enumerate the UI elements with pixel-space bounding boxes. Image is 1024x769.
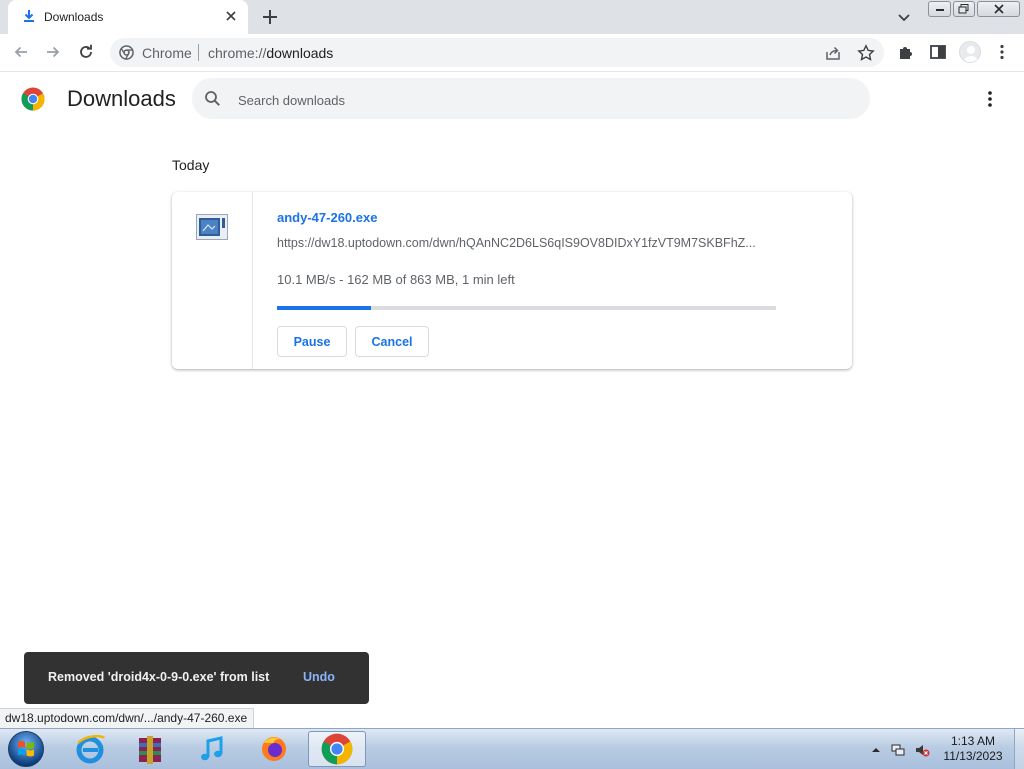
link-status-bubble: dw18.uptodown.com/dwn/.../andy-47-260.ex… bbox=[0, 708, 255, 728]
url-scheme: chrome:// bbox=[208, 45, 267, 61]
date-heading: Today bbox=[172, 157, 210, 173]
more-actions-icon[interactable] bbox=[980, 89, 1000, 109]
file-name-link[interactable]: andy-47-260.exe bbox=[277, 210, 377, 225]
kebab-menu-icon[interactable] bbox=[993, 43, 1011, 61]
file-icon-column bbox=[172, 192, 253, 369]
profile-icon bbox=[963, 46, 979, 62]
download-status: 10.1 MB/s - 162 MB of 863 MB, 1 min left bbox=[277, 272, 515, 287]
share-icon[interactable] bbox=[824, 44, 842, 62]
show-desktop-button[interactable] bbox=[1014, 729, 1024, 769]
chrome-site-icon[interactable] bbox=[119, 45, 134, 60]
download-progress-bar bbox=[277, 306, 776, 310]
profile-avatar[interactable] bbox=[959, 41, 981, 63]
progress-fill bbox=[277, 306, 371, 310]
start-button-icon[interactable] bbox=[6, 730, 46, 768]
side-panel-icon[interactable] bbox=[929, 43, 947, 61]
restore-button[interactable] bbox=[953, 1, 975, 17]
cancel-button[interactable]: Cancel bbox=[355, 326, 429, 357]
back-icon[interactable] bbox=[12, 43, 30, 61]
clock-time: 1:13 AM bbox=[950, 734, 996, 748]
taskbar-chrome[interactable] bbox=[308, 731, 366, 767]
windows-taskbar: 1:13 AM 11/13/2023 bbox=[0, 728, 1024, 769]
extensions-icon[interactable] bbox=[897, 43, 915, 61]
source-url-link[interactable]: https://dw18.uptodown.com/dwn/hQAnNC2D6L… bbox=[277, 236, 772, 250]
taskbar-internet-explorer[interactable] bbox=[64, 731, 116, 767]
site-name: Chrome bbox=[142, 45, 192, 61]
restore-icon bbox=[958, 4, 969, 14]
close-icon bbox=[993, 4, 1004, 14]
system-clock[interactable]: 1:13 AM 11/13/2023 bbox=[936, 734, 1010, 764]
toast-message: Removed 'droid4x-0-9-0.exe' from list bbox=[48, 670, 270, 684]
undo-button[interactable]: Undo bbox=[303, 670, 335, 684]
forward-icon[interactable] bbox=[44, 43, 62, 61]
search-input[interactable] bbox=[236, 89, 840, 111]
pause-button[interactable]: Pause bbox=[277, 326, 347, 357]
clock-date: 11/13/2023 bbox=[943, 749, 1003, 763]
tab-title: Downloads bbox=[44, 10, 104, 24]
tab-strip: Downloads bbox=[0, 0, 1024, 34]
close-tab-icon[interactable] bbox=[224, 9, 238, 23]
url-text[interactable]: chrome://downloads bbox=[208, 45, 333, 61]
minimize-button[interactable] bbox=[928, 1, 951, 17]
volume-muted-icon[interactable] bbox=[914, 742, 930, 758]
new-tab-icon[interactable] bbox=[261, 8, 279, 26]
minimize-icon bbox=[935, 9, 944, 11]
bookmark-star-icon[interactable] bbox=[857, 44, 875, 62]
download-icon bbox=[24, 10, 34, 22]
url-host: downloads bbox=[266, 45, 334, 61]
chrome-logo-icon bbox=[21, 87, 45, 111]
close-window-button[interactable] bbox=[977, 1, 1020, 17]
firefox-icon bbox=[262, 737, 286, 761]
reload-icon[interactable] bbox=[77, 43, 95, 61]
search-bar[interactable] bbox=[192, 78, 870, 119]
exe-file-icon bbox=[196, 214, 228, 240]
omnibox[interactable]: Chrome chrome://downloads bbox=[110, 38, 884, 67]
chevron-down-icon[interactable] bbox=[897, 10, 911, 24]
itunes-icon bbox=[201, 736, 223, 761]
omnibox-separator bbox=[198, 44, 199, 61]
winrar-icon bbox=[139, 736, 161, 764]
tab-downloads[interactable]: Downloads bbox=[8, 0, 248, 34]
taskbar-firefox[interactable] bbox=[248, 731, 300, 767]
browser-toolbar: Chrome chrome://downloads bbox=[0, 34, 1024, 72]
network-icon[interactable] bbox=[890, 742, 906, 758]
taskbar-winrar[interactable] bbox=[124, 731, 176, 767]
chrome-icon bbox=[321, 733, 353, 765]
taskbar-itunes[interactable] bbox=[186, 731, 238, 767]
download-item: andy-47-260.exe https://dw18.uptodown.co… bbox=[172, 192, 852, 369]
page-title: Downloads bbox=[67, 86, 176, 111]
internet-explorer-icon bbox=[76, 734, 106, 764]
toast-notification: Removed 'droid4x-0-9-0.exe' from list Un… bbox=[24, 652, 369, 704]
show-hidden-icons-icon[interactable] bbox=[868, 742, 884, 758]
search-icon bbox=[205, 91, 220, 106]
